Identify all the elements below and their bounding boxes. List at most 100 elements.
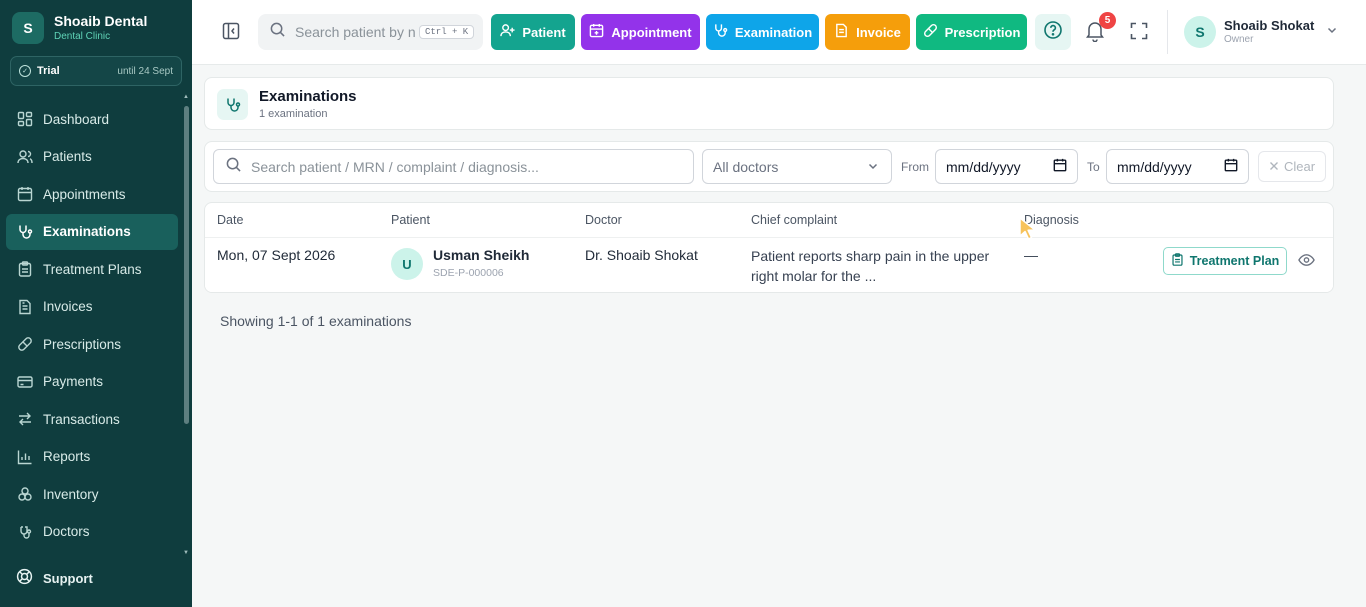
brand[interactable]: S Shoaib Dental Dental Clinic (12, 12, 147, 44)
mouse-cursor-icon (1018, 216, 1038, 242)
dashboard-icon (16, 110, 34, 128)
treatment-plan-label: Treatment Plan (1189, 254, 1280, 268)
sidebar-item-patients[interactable]: Patients (6, 139, 178, 175)
add-appointment-button[interactable]: Appointment (581, 14, 700, 50)
calendar-icon[interactable] (1224, 158, 1238, 175)
sidebar-item-label: Inventory (43, 486, 99, 502)
add-appointment-label: Appointment (611, 24, 692, 40)
doctor-select-value: All doctors (713, 158, 779, 175)
sidebar-item-label: Prescriptions (43, 336, 122, 352)
add-invoice-label: Invoice (856, 24, 901, 40)
from-date-value: mm/dd/yyyy (946, 158, 1021, 175)
to-date-field[interactable]: mm/dd/yyyy (1106, 149, 1249, 184)
sidebar-item-examinations[interactable]: Examinations (6, 213, 178, 250)
sidebar-scrollbar[interactable]: ▲ ▼ (183, 94, 189, 556)
stethoscope-icon (16, 223, 34, 241)
pagination-summary: Showing 1-1 of 1 examinations (220, 313, 412, 329)
stethoscope-icon (217, 89, 248, 120)
sidebar-item-invoices[interactable]: Invoices (6, 289, 178, 325)
eye-icon[interactable] (1298, 253, 1316, 269)
patient-mrn: SDE-P-000006 (433, 267, 504, 279)
sidebar-item-label: Transactions (43, 411, 120, 427)
clipboard-icon (16, 260, 34, 278)
users-icon (16, 148, 34, 166)
sidebar-item-inventory[interactable]: Inventory (6, 476, 178, 512)
scrollbar-thumb[interactable] (184, 106, 189, 424)
sidebar-item-dashboard[interactable]: Dashboard (6, 101, 178, 137)
calendar-icon (16, 185, 34, 203)
column-header-date[interactable]: Date (217, 213, 243, 227)
sidebar-item-label: Appointments (43, 186, 126, 202)
sidebar-item-payments[interactable]: Payments (6, 364, 178, 400)
add-prescription-label: Prescription (944, 24, 1021, 40)
sidebar-nav: Dashboard Patients Appointments Examinat… (6, 101, 178, 551)
chevron-down-icon (1326, 23, 1338, 41)
clipboard-icon (1171, 253, 1184, 269)
add-patient-label: Patient (522, 24, 566, 40)
treatment-plan-button[interactable]: Treatment Plan (1163, 247, 1287, 275)
help-button[interactable] (1035, 14, 1071, 50)
patient-name[interactable]: Usman Sheikh (433, 247, 529, 263)
add-examination-label: Examination (734, 24, 813, 40)
scroll-up-icon[interactable]: ▲ (183, 94, 189, 100)
global-search-input[interactable] (295, 24, 415, 40)
add-prescription-button[interactable]: Prescription (916, 14, 1027, 50)
trial-badge[interactable]: ✓ Trial until 24 Sept (10, 56, 182, 86)
sidebar-item-reports[interactable]: Reports (6, 439, 178, 475)
stethoscope-icon (713, 23, 728, 41)
support-label: Support (43, 570, 93, 586)
exam-search-input[interactable] (251, 158, 681, 175)
add-examination-button[interactable]: Examination (706, 14, 819, 50)
scroll-down-icon[interactable]: ▼ (183, 550, 189, 556)
sidebar-item-treatment-plans[interactable]: Treatment Plans (6, 251, 178, 287)
avatar: S (1184, 16, 1216, 48)
user-name: Shoaib Shokat (1224, 18, 1315, 33)
sidebar-item-label: Payments (43, 374, 104, 389)
add-patient-button[interactable]: Patient (491, 14, 575, 50)
clear-label: Clear (1283, 159, 1316, 174)
fullscreen-icon[interactable] (1130, 22, 1150, 42)
boxes-icon (16, 485, 34, 503)
sidebar-item-doctors[interactable]: Doctors (6, 514, 178, 550)
from-label: From (901, 160, 929, 174)
chief-complaint: Patient reports sharp pain in the upper … (751, 248, 990, 284)
user-menu[interactable]: S Shoaib Shokat Owner (1184, 16, 1338, 48)
bar-chart-icon (16, 448, 34, 466)
from-date-field[interactable]: mm/dd/yyyy (935, 149, 1078, 184)
credit-card-icon (16, 373, 34, 391)
global-search[interactable]: Ctrl + K (258, 14, 483, 50)
doctor-select[interactable]: All doctors (702, 149, 892, 184)
doctor-icon (16, 523, 34, 541)
sidebar-toggle-icon[interactable] (222, 22, 242, 42)
add-invoice-button[interactable]: Invoice (825, 14, 910, 50)
sidebar-item-label: Patients (43, 149, 92, 164)
sidebar-item-label: Treatment Plans (43, 261, 142, 277)
document-icon (16, 298, 34, 316)
sidebar-item-label: Dashboard (43, 111, 110, 127)
calendar-icon[interactable] (1053, 158, 1067, 175)
column-header-patient[interactable]: Patient (391, 213, 430, 227)
page-header: Examinations 1 examination (204, 77, 1334, 130)
diagnosis: — (1024, 247, 1038, 263)
sidebar-item-label: Reports (43, 449, 91, 464)
sidebar-item-support[interactable]: Support (16, 568, 93, 588)
brand-subtitle: Dental Clinic (54, 31, 111, 42)
avatar: U (391, 248, 423, 280)
sidebar-item-transactions[interactable]: Transactions (6, 401, 178, 437)
column-header-doctor[interactable]: Doctor (585, 213, 622, 227)
pill-icon (923, 23, 938, 41)
table-row[interactable]: Mon, 07 Sept 2026 U Usman Sheikh SDE-P-0… (205, 238, 1333, 292)
column-header-chief-complaint[interactable]: Chief complaint (751, 213, 837, 227)
search-icon (270, 22, 285, 42)
trial-until: until 24 Sept (117, 65, 173, 77)
exam-search[interactable] (213, 149, 694, 184)
arrows-icon (16, 410, 34, 428)
clear-button[interactable]: Clear (1258, 151, 1326, 182)
sidebar-item-appointments[interactable]: Appointments (6, 176, 178, 212)
examinations-table: Date Patient Doctor Chief complaint Diag… (204, 202, 1334, 293)
sidebar-item-prescriptions[interactable]: Prescriptions (6, 326, 178, 362)
filter-bar: All doctors From mm/dd/yyyy To mm/dd/yyy… (204, 141, 1334, 192)
chevron-down-icon (867, 159, 879, 175)
sidebar-item-label: Doctors (43, 524, 90, 539)
exam-date: Mon, 07 Sept 2026 (217, 247, 336, 263)
